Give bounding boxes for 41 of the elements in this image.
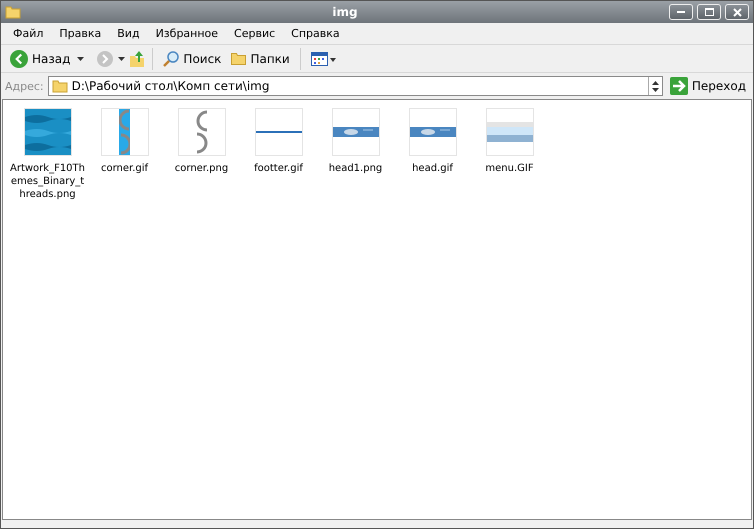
minimize-button[interactable]	[669, 4, 693, 20]
file-name[interactable]: corner.gif	[86, 162, 163, 175]
file-thumbnail[interactable]	[100, 108, 148, 156]
caret-icon[interactable]	[77, 56, 84, 60]
file-thumbnail[interactable]	[332, 108, 380, 156]
file-thumbnail[interactable]	[408, 108, 456, 156]
file-thumbnail[interactable]	[486, 108, 534, 156]
dropdown-icon[interactable]	[652, 80, 659, 92]
menu-item[interactable]: Вид	[109, 27, 148, 40]
file-name[interactable]: head.gif	[394, 162, 471, 175]
folder-icon	[5, 5, 21, 19]
search-icon	[163, 50, 180, 66]
menu-item[interactable]: Правка	[51, 27, 110, 40]
file-name[interactable]: Artwork_F10Themes_Binary_threads.png	[9, 162, 86, 201]
close-button[interactable]	[725, 4, 749, 20]
back-button[interactable]: Назад	[7, 48, 74, 70]
window-title: img	[331, 5, 359, 19]
folder-icon	[231, 52, 246, 64]
file-thumbnail[interactable]	[24, 108, 72, 156]
menu-item[interactable]: Справка	[283, 27, 348, 40]
caret-icon[interactable]	[118, 56, 126, 60]
file-thumbnail[interactable]	[254, 108, 302, 156]
menu-item[interactable]: Сервис	[226, 27, 284, 40]
menu-item[interactable]: Файл	[5, 27, 52, 40]
maximize-button[interactable]	[697, 4, 721, 20]
menu-item[interactable]: Избранное	[148, 27, 226, 40]
file-thumbnail[interactable]	[178, 108, 226, 156]
file-name[interactable]: menu.GIF	[471, 162, 548, 175]
file-name[interactable]: footter.gif	[240, 162, 317, 175]
close-icon	[732, 8, 742, 16]
minimize-icon	[677, 11, 685, 13]
maximize-icon	[704, 8, 714, 16]
file-name[interactable]: head1.png	[317, 162, 394, 175]
go-button[interactable]: Переход	[666, 75, 749, 97]
address-field[interactable]: D:\Рабочий стол\Комп сети\img	[48, 76, 663, 96]
address-label: Адрес:	[5, 80, 44, 92]
file-name[interactable]: corner.png	[163, 162, 240, 175]
search-button[interactable]: Поиск	[160, 48, 224, 68]
go-arrow-icon	[670, 77, 688, 95]
folders-button[interactable]: Папки	[228, 50, 293, 68]
folder-icon	[52, 79, 68, 93]
